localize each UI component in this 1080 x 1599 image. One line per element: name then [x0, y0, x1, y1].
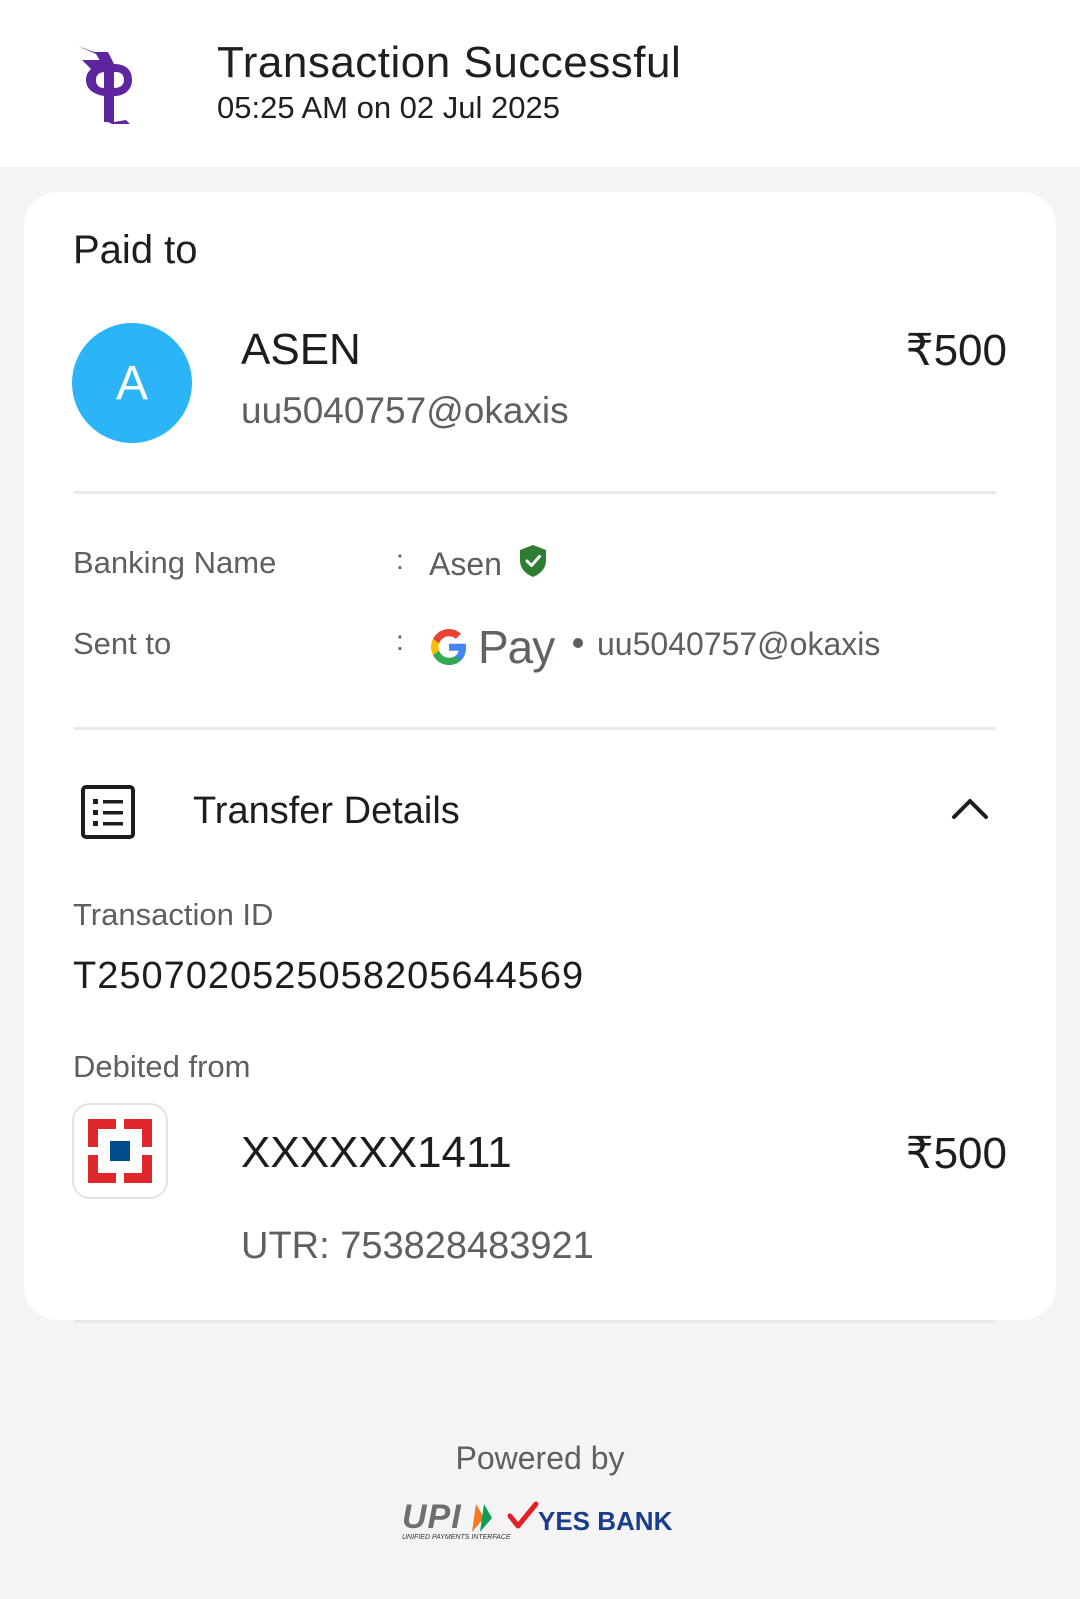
- transfer-details-title[interactable]: Transfer Details: [193, 790, 460, 833]
- utr-number: UTR: 753828483921: [241, 1225, 594, 1267]
- banking-name-colon: :: [396, 544, 404, 575]
- banking-name-label: Banking Name: [73, 545, 277, 580]
- svg-text:UNIFIED PAYMENTS INTERFACE: UNIFIED PAYMENTS INTERFACE: [402, 1534, 511, 1541]
- divider: [74, 1320, 996, 1323]
- avatar: A: [72, 323, 192, 443]
- divider: [74, 491, 996, 494]
- paid-amount: ₹500: [905, 326, 1007, 375]
- svg-text:YES BANK: YES BANK: [538, 1506, 673, 1536]
- debited-account-number: XXXXXX1411: [241, 1128, 512, 1177]
- google-g-icon: [431, 629, 466, 665]
- hdfc-bank-logo-icon: [72, 1103, 168, 1199]
- divider: [74, 727, 996, 730]
- banking-name-value: Asen: [429, 546, 502, 582]
- paid-to-heading: Paid to: [73, 228, 198, 272]
- transaction-id-label: Transaction ID: [73, 897, 274, 932]
- powered-by-text: Powered by: [455, 1440, 625, 1476]
- separator-dot: [573, 638, 583, 648]
- sent-to-label: Sent to: [73, 626, 172, 661]
- transaction-id-value: T2507020525058205644569: [73, 955, 585, 997]
- upi-yes-bank-logo: UPI UNIFIED PAYMENTS INTERFACE YES BANK: [402, 1498, 673, 1541]
- header: Transaction Successful 05:25 AM on 02 Ju…: [0, 0, 1080, 167]
- receipt-list-icon: [81, 785, 135, 839]
- upi-logo-icon: UPI UNIFIED PAYMENTS INTERFACE: [402, 1498, 511, 1541]
- sent-to-colon: :: [396, 625, 404, 656]
- sent-to-upi-id: uu5040757@okaxis: [597, 626, 881, 662]
- phonepe-logo-icon: [78, 46, 132, 124]
- verified-shield-icon: [520, 545, 546, 577]
- svg-text:UPI: UPI: [402, 1498, 462, 1536]
- google-pay-logo: Pay: [428, 620, 555, 674]
- transaction-datetime: 05:25 AM on 02 Jul 2025: [217, 90, 560, 125]
- chevron-up-icon[interactable]: [950, 793, 990, 821]
- yes-bank-logo-icon: YES BANK: [507, 1501, 673, 1536]
- debited-from-label: Debited from: [73, 1049, 251, 1084]
- payee-upi-id: uu5040757@okaxis: [241, 390, 569, 431]
- debited-amount: ₹500: [905, 1129, 1007, 1178]
- payee-name: ASEN: [241, 325, 361, 374]
- google-pay-label: Pay: [478, 621, 555, 673]
- transaction-status-title: Transaction Successful: [217, 38, 682, 87]
